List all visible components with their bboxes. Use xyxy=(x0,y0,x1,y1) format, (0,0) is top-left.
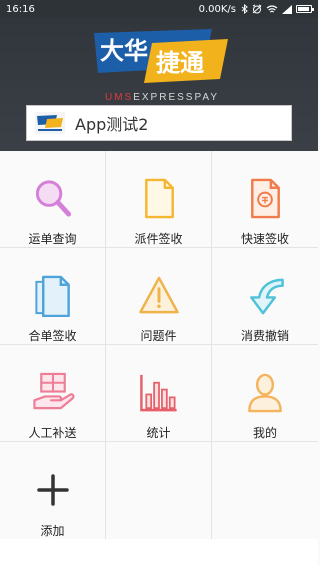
app-header: 大华 捷通 UMSEXPRESSPAY App测试2 xyxy=(0,18,318,151)
plus-icon xyxy=(36,474,69,506)
menu-label: 统计 xyxy=(146,426,171,440)
document-icon xyxy=(144,178,174,219)
logo-subtitle: UMSEXPRESSPAY xyxy=(92,92,232,103)
logo-sub-ums: UMS xyxy=(104,92,134,103)
menu-statistics[interactable]: 统计 xyxy=(106,345,212,442)
stamp-document-icon xyxy=(251,178,280,219)
menu-problem-items[interactable]: 问题件 xyxy=(106,248,212,345)
grid-empty-cell xyxy=(106,442,212,539)
menu-combined-signoff[interactable]: 合单签收 xyxy=(0,248,106,345)
status-time: 16:16 xyxy=(6,3,35,15)
logo-text-dahua: 大华 xyxy=(100,37,148,65)
grid-empty-cell xyxy=(212,442,318,539)
brand-logo-mark: 大华 捷通 xyxy=(94,29,228,83)
logo-sub-expresspay: EXPRESSPAY xyxy=(133,92,219,103)
cellular-icon xyxy=(282,4,292,14)
menu-manual-redelivery[interactable]: 人工补送 xyxy=(0,345,106,442)
menu-payment-reversal[interactable]: 消费撤销 xyxy=(212,248,318,345)
menu-label: 合单签收 xyxy=(28,329,77,343)
account-selector[interactable]: App测试2 xyxy=(26,105,292,141)
menu-quick-signoff[interactable]: 快速签收 xyxy=(212,151,318,248)
menu-label: 派件签收 xyxy=(134,232,183,246)
menu-my-profile[interactable]: 我的 xyxy=(212,345,318,442)
logo-text-jietong: 捷通 xyxy=(156,49,204,77)
magnifier-icon xyxy=(35,180,71,217)
menu-label: 快速签收 xyxy=(240,232,289,246)
menu-label: 运单查询 xyxy=(28,232,77,246)
account-name: App测试2 xyxy=(75,115,149,134)
account-logo-icon xyxy=(35,112,65,134)
menu-label: 消费撤销 xyxy=(240,329,289,343)
bluetooth-icon xyxy=(241,4,248,14)
status-bar: 16:16 0.00K/s xyxy=(0,0,318,18)
menu-label: 我的 xyxy=(252,426,277,440)
alarm-icon xyxy=(252,4,262,14)
status-icons xyxy=(241,4,314,14)
battery-icon xyxy=(296,5,314,13)
brand-logo: 大华 捷通 UMSEXPRESSPAY xyxy=(92,26,232,103)
warning-icon xyxy=(138,276,179,314)
wifi-icon xyxy=(266,4,278,12)
network-speed: 0.00K/s xyxy=(198,3,236,15)
menu-label: 问题件 xyxy=(140,329,177,343)
menu-delivery-signoff[interactable]: 派件签收 xyxy=(106,151,212,248)
bar-chart-icon xyxy=(139,374,177,412)
stacked-documents-icon xyxy=(34,275,70,317)
user-icon xyxy=(248,373,282,413)
menu-label: 人工补送 xyxy=(28,426,77,440)
menu-label: 添加 xyxy=(40,524,65,538)
hand-package-icon xyxy=(32,372,74,410)
status-right: 0.00K/s xyxy=(198,3,314,15)
function-grid: 运单查询 派件签收 快速签收 合单签收 问题件 消费撤销 人工补送 统计 我的 … xyxy=(0,151,318,566)
undo-arrow-icon xyxy=(250,278,284,315)
menu-add[interactable]: 添加 xyxy=(0,442,106,539)
menu-waybill-query[interactable]: 运单查询 xyxy=(0,151,106,248)
